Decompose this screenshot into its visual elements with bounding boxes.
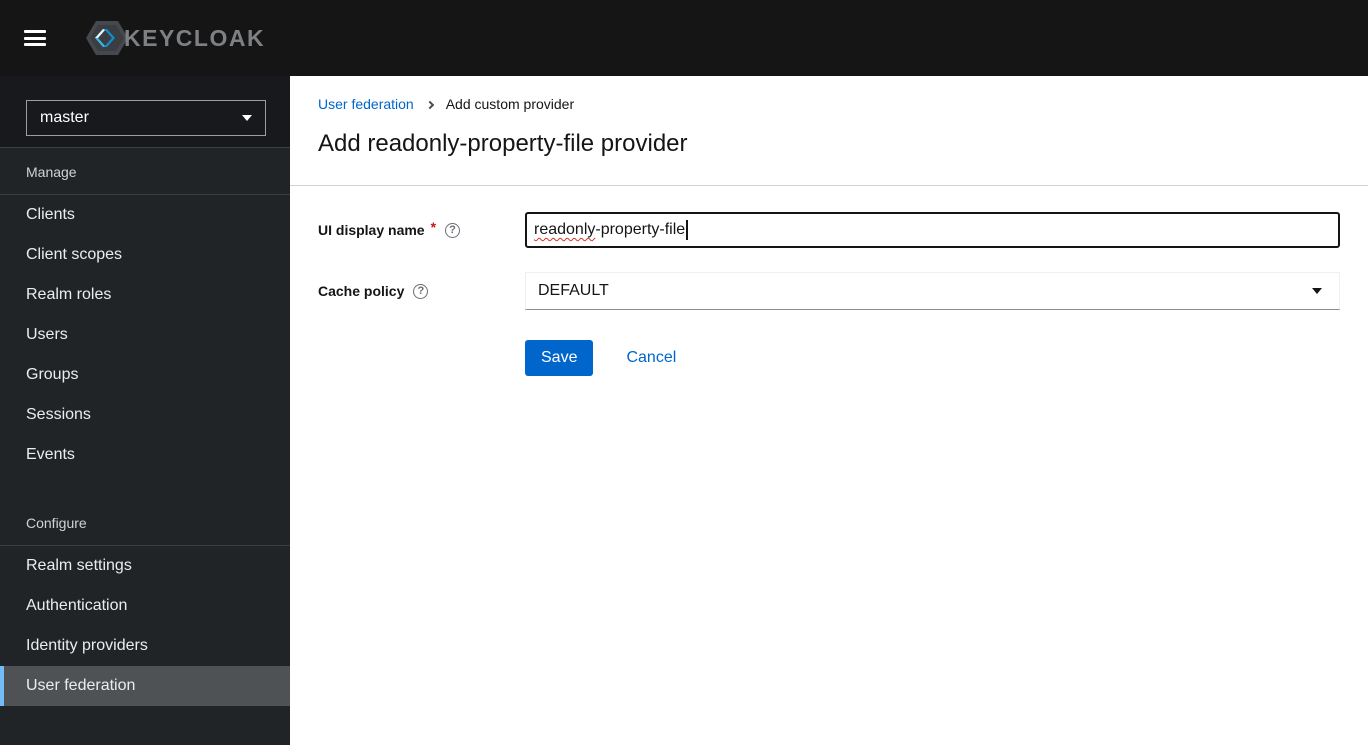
nav-section-manage: Manage Clients Client scopes Realm roles… [0,148,290,475]
page-title: Add readonly-property-file provider [318,130,688,157]
required-asterisk: * [430,219,437,235]
input-text-misspelled: readonly [534,221,596,238]
input-text: -property-file [595,221,686,238]
cache-policy-row: Cache policy ? DEFAULT [318,272,1368,310]
realm-selector[interactable]: master [26,100,266,136]
keycloak-admin-console: KEYCLOAK master Manage Clients Client sc… [0,0,1368,745]
brand-text: KEYCLOAK [124,24,266,51]
nav-section-configure: Configure Realm settings Authentication … [0,499,290,706]
ui-display-name-row: UI display name * ? readonly -property-fi… [318,212,1368,248]
breadcrumb: User federation Add custom provider [318,96,1368,112]
help-icon[interactable]: ? [445,222,461,238]
masthead: KEYCLOAK [0,0,1368,76]
nav-section-title: Manage [0,148,290,195]
hamburger-menu-icon[interactable] [24,30,46,46]
breadcrumb-current: Add custom provider [445,96,575,112]
sidebar-item-realm-roles[interactable]: Realm roles [0,275,290,315]
realm-selector-block: master [0,76,290,148]
main-content: User federation Add custom provider Add … [290,76,1368,745]
help-icon[interactable]: ? [413,283,429,299]
keycloak-hexagon-icon [86,21,128,55]
chevron-down-icon [1312,288,1322,294]
sidebar-item-groups[interactable]: Groups [0,355,290,395]
sidebar-item-sessions[interactable]: Sessions [0,395,290,435]
page-header: User federation Add custom provider Add … [290,76,1368,186]
ui-display-name-label: UI display name [318,222,425,238]
sidebar-item-user-federation[interactable]: User federation [0,666,290,706]
cache-policy-value: DEFAULT [538,282,609,299]
cancel-button[interactable]: Cancel [626,349,676,367]
cache-policy-select[interactable]: DEFAULT [525,272,1340,310]
sidebar-item-identity-providers[interactable]: Identity providers [0,626,290,666]
realm-name: master [40,109,89,126]
sidebar-item-authentication[interactable]: Authentication [0,586,290,626]
text-cursor [686,220,688,240]
breadcrumb-link-user-federation[interactable]: User federation [318,96,414,112]
sidebar-item-realm-settings[interactable]: Realm settings [0,546,290,586]
chevron-down-icon [242,115,252,121]
angle-right-icon [425,100,434,109]
sidebar-item-users[interactable]: Users [0,315,290,355]
cache-policy-label: Cache policy [318,283,405,299]
sidebar-item-client-scopes[interactable]: Client scopes [0,235,290,275]
sidebar-item-events[interactable]: Events [0,435,290,475]
keycloak-logo[interactable]: KEYCLOAK [82,17,265,59]
add-provider-form: UI display name * ? readonly -property-fi… [290,186,1368,376]
ui-display-name-input[interactable]: readonly -property-file [525,212,1340,248]
sidebar: master Manage Clients Client scopes Real… [0,76,290,745]
save-button[interactable]: Save [525,340,594,376]
form-actions: Save Cancel [525,340,1368,376]
sidebar-item-clients[interactable]: Clients [0,195,290,235]
nav-section-title: Configure [0,499,290,546]
